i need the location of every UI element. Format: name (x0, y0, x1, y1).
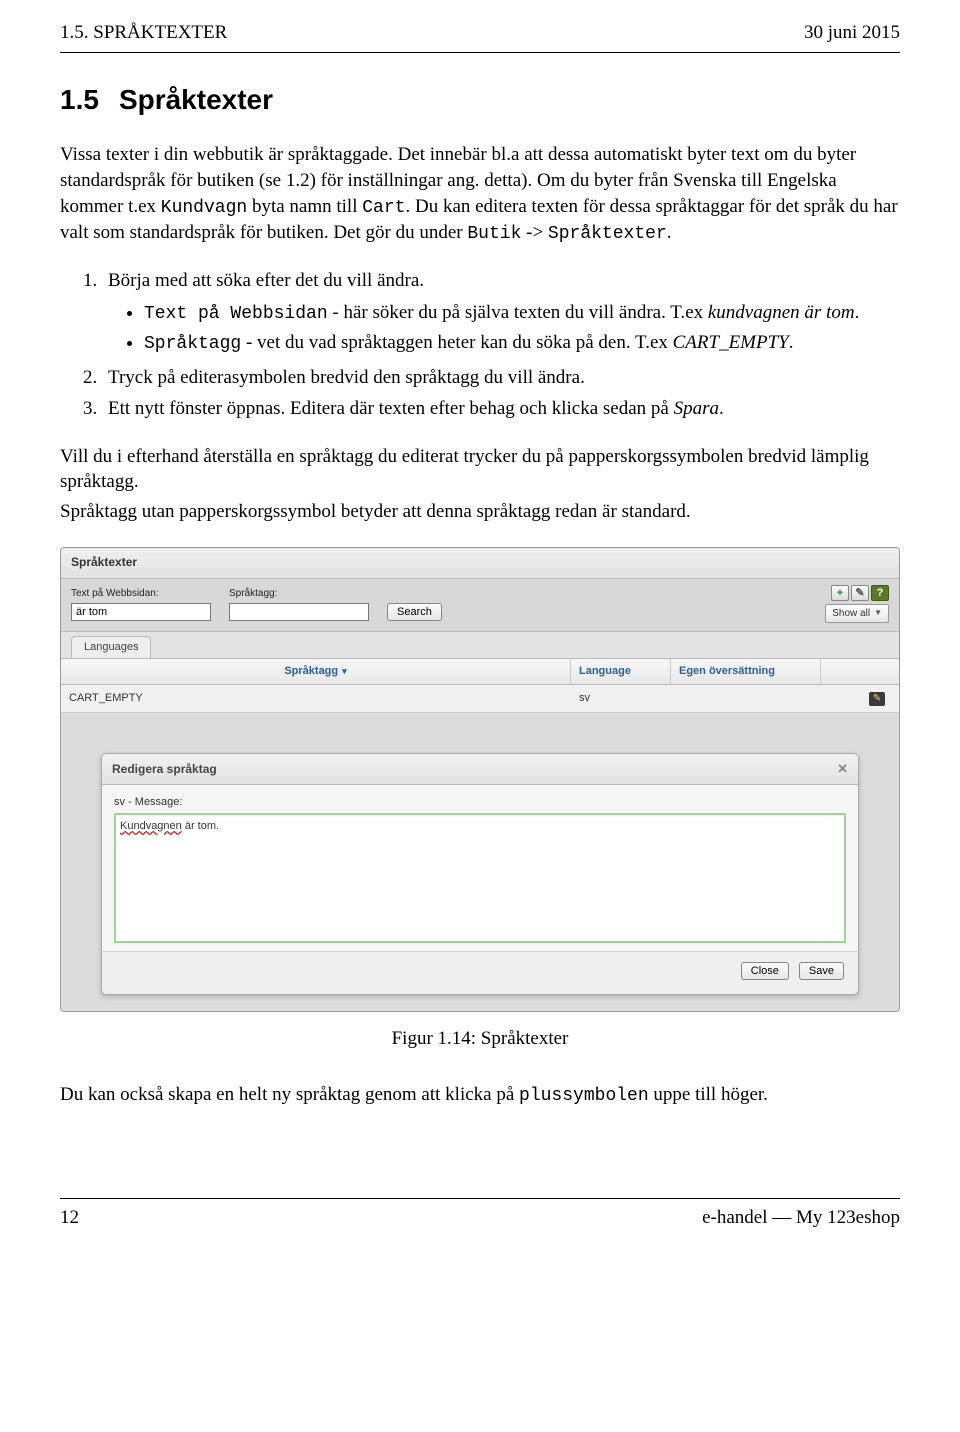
tab-languages[interactable]: Languages (71, 636, 151, 658)
label-spraktagg: Språktagg: (229, 587, 369, 601)
modal-redigera-spraktag: Redigera språktag ✕ sv - Message: Kundva… (101, 753, 859, 995)
footer-rule (60, 1198, 900, 1199)
column-headers: Språktagg▾ Language Egen översättning (61, 659, 899, 685)
plus-icon[interactable]: + (831, 585, 849, 601)
step-1: Börja med att söka efter det du vill änd… (102, 268, 900, 356)
figure-spraktexter: Språktexter Text på Webbsidan: Språktagg… (60, 547, 900, 1052)
modal-title: Redigera språktag (112, 761, 217, 777)
modal-field-label: sv - Message: (114, 795, 846, 810)
after-p2: Språktagg utan papperskorgssymbol betyde… (60, 499, 900, 525)
intro-paragraph: Vissa texter i din webbutik är språktagg… (60, 142, 900, 246)
bullet-spraktagg: Språktagg - vet du vad språktaggen heter… (144, 330, 900, 356)
help-icon[interactable]: ? (871, 585, 889, 601)
header-rule (60, 52, 900, 53)
col-spraktagg[interactable]: Språktagg▾ (61, 659, 571, 684)
search-bar: Text på Webbsidan: Språktagg: Search + ✎… (61, 579, 899, 633)
section-heading: 1.5 Språktexter (60, 81, 900, 119)
show-all-button[interactable]: Show all ▼ (825, 604, 889, 624)
step-3: Ett nytt fönster öppnas. Editera där tex… (102, 396, 900, 422)
cell-lang: sv (571, 685, 671, 712)
sort-icon: ▾ (342, 666, 347, 676)
table-row[interactable]: CART_EMPTY sv ✎ (61, 685, 899, 713)
save-button[interactable]: Save (799, 962, 844, 980)
search-button[interactable]: Search (387, 603, 442, 621)
footer-text: e-handel — My 123eshop (702, 1205, 900, 1231)
app-window: Språktexter Text på Webbsidan: Språktagg… (60, 547, 900, 1013)
header-section: 1.5. SPRÅKTEXTER (60, 20, 227, 46)
header-date: 30 juni 2015 (804, 20, 900, 46)
step-2: Tryck på editerasymbolen bredvid den spr… (102, 365, 900, 391)
label-text-pa-webbsidan: Text på Webbsidan: (71, 587, 211, 601)
close-icon[interactable]: ✕ (837, 760, 848, 778)
tab-row: Languages (61, 632, 899, 659)
after-p1: Vill du i efterhand återställa en språkt… (60, 444, 900, 495)
cell-tag: CART_EMPTY (61, 685, 571, 712)
chevron-down-icon: ▼ (874, 608, 882, 619)
bullet-text-pa-webbsidan: Text på Webbsidan - här söker du på själ… (144, 300, 900, 326)
wrench-icon[interactable]: ✎ (851, 585, 869, 601)
edit-icon[interactable]: ✎ (869, 692, 885, 706)
col-language[interactable]: Language (571, 659, 671, 684)
page-number: 12 (60, 1205, 79, 1231)
bottom-paragraph: Du kan också skapa en helt ny språktag g… (60, 1082, 900, 1108)
figure-caption: Figur 1.14: Språktexter (60, 1026, 900, 1052)
app-title: Språktexter (61, 548, 899, 579)
col-egen-oversattning[interactable]: Egen översättning (671, 659, 821, 684)
input-spraktagg[interactable] (229, 603, 369, 621)
close-button[interactable]: Close (741, 962, 789, 980)
modal-textarea[interactable]: Kundvagnen är tom. (114, 813, 846, 943)
section-title-text: Språktexter (119, 84, 273, 115)
steps-list: Börja med att söka efter det du vill änd… (102, 268, 900, 422)
input-text-pa-webbsidan[interactable] (71, 603, 211, 621)
section-number: 1.5 (60, 84, 99, 115)
